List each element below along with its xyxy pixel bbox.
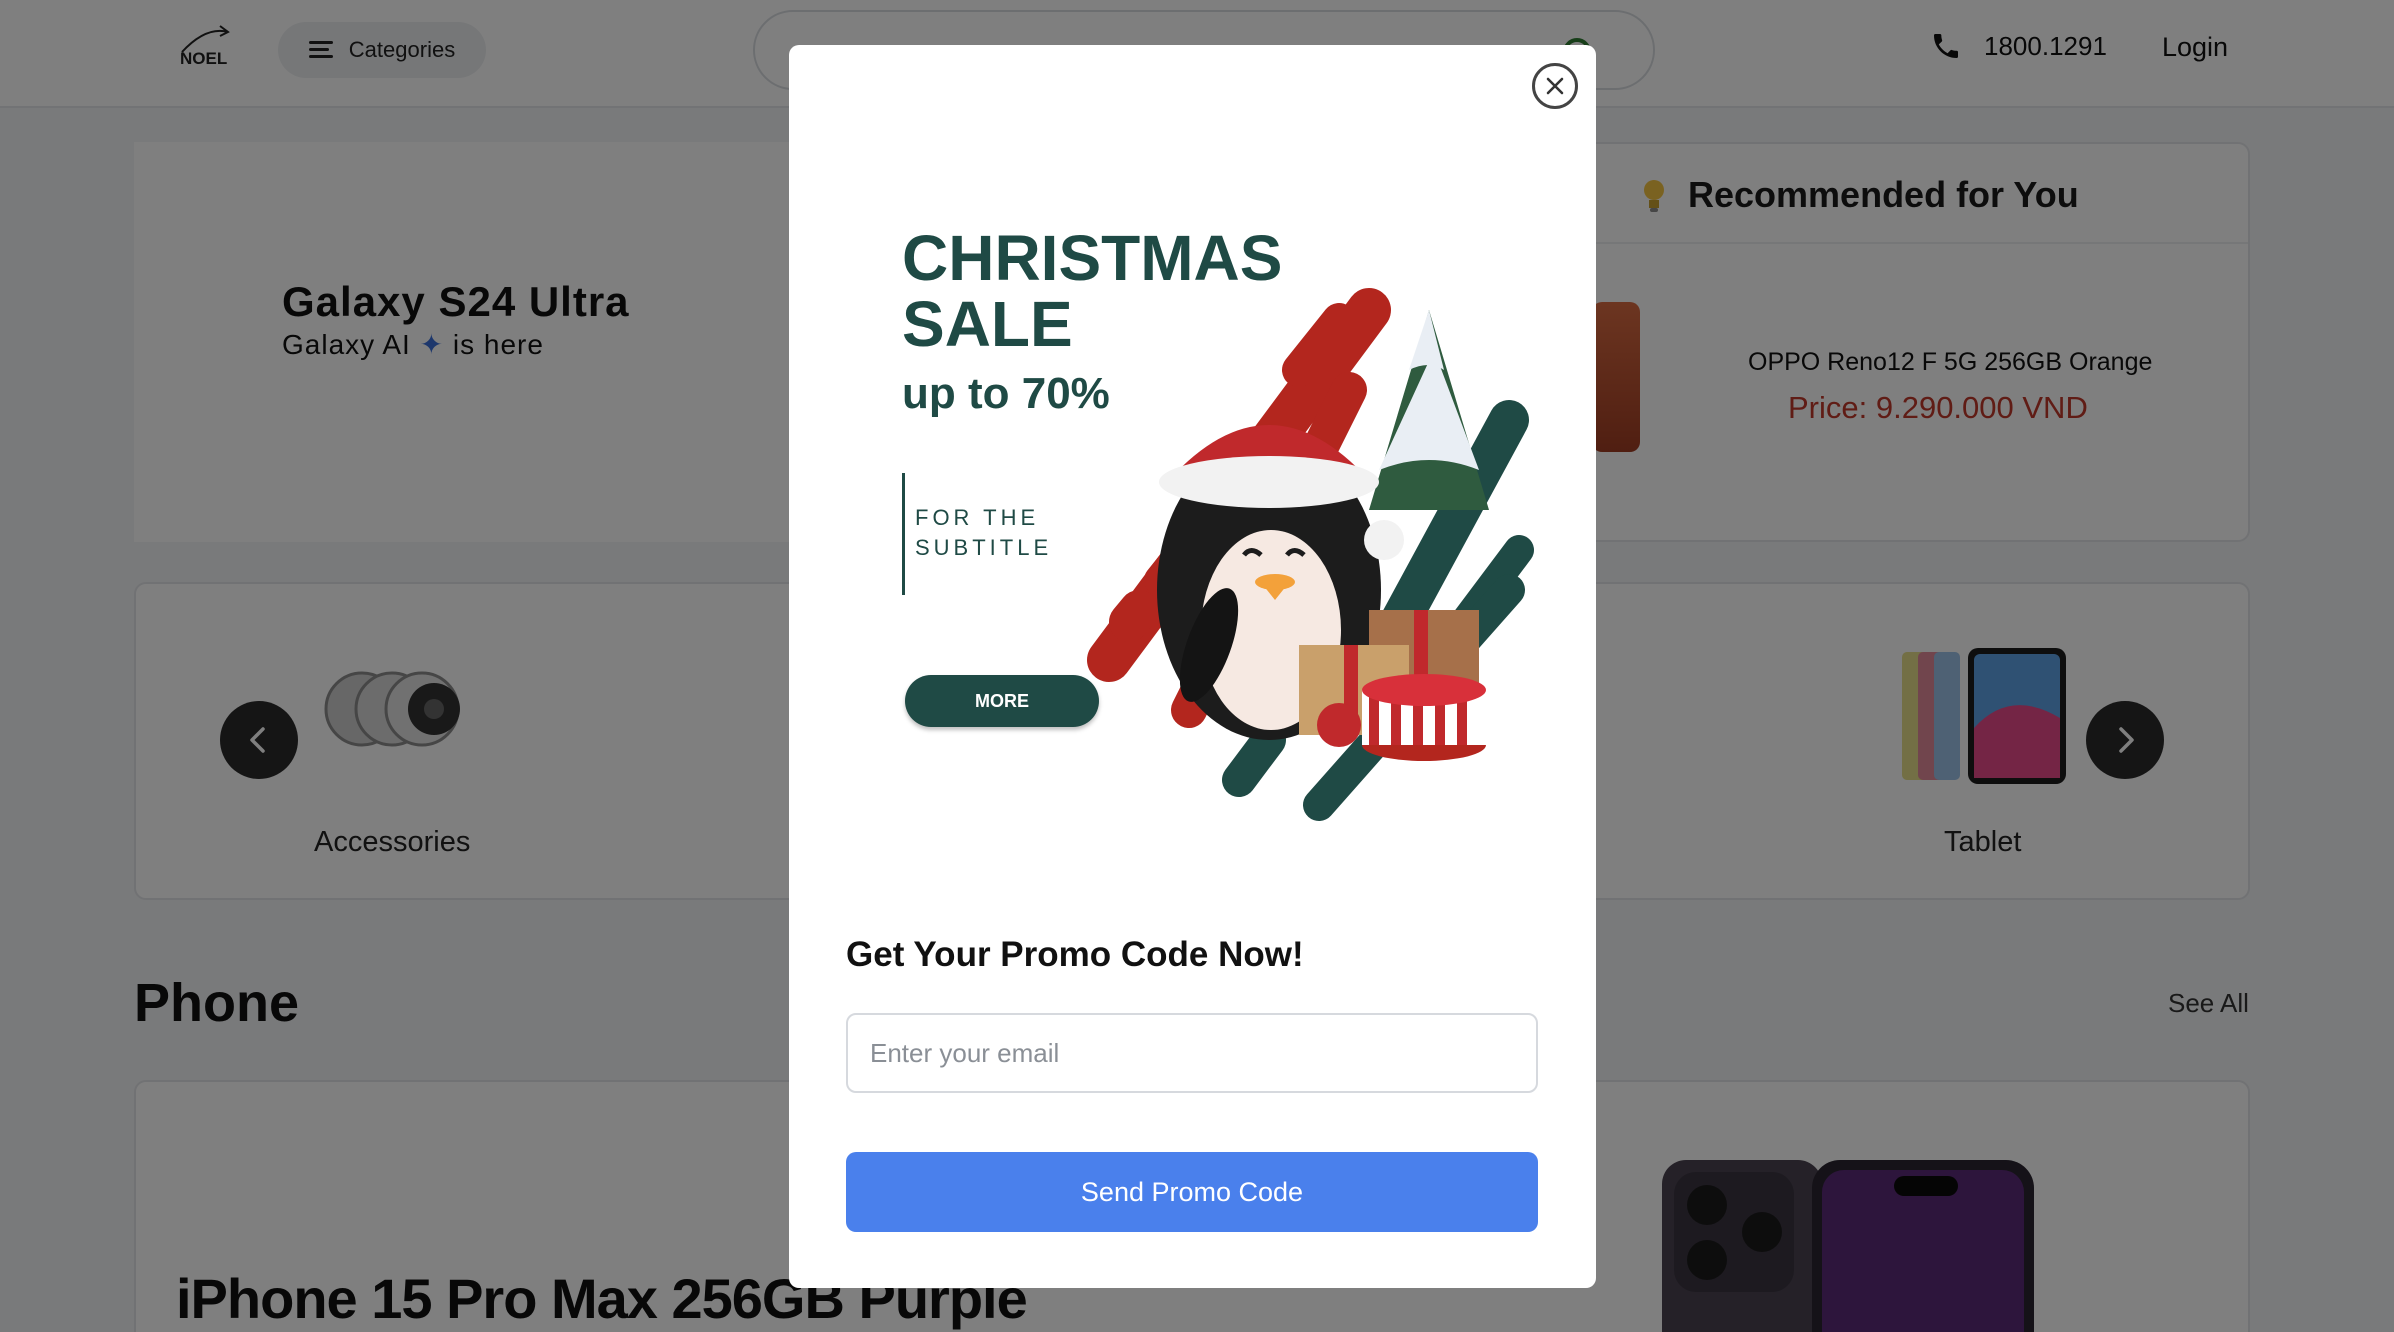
banner-divider: [902, 473, 905, 595]
promo-modal: CHRISTMAS SALE up to 70% FOR THE SUBTITL…: [789, 45, 1596, 1288]
close-button[interactable]: [1532, 63, 1578, 109]
send-promo-button[interactable]: Send Promo Code: [846, 1152, 1538, 1232]
banner-subtitle: FOR THE SUBTITLE: [915, 505, 1053, 560]
banner-discount: up to 70%: [902, 369, 1110, 418]
promo-title: Get Your Promo Code Now!: [846, 935, 1304, 974]
banner-title: CHRISTMAS SALE: [902, 222, 1283, 360]
email-field[interactable]: [846, 1013, 1538, 1093]
close-icon: [1546, 77, 1564, 95]
banner-more-button[interactable]: MORE: [905, 675, 1099, 727]
